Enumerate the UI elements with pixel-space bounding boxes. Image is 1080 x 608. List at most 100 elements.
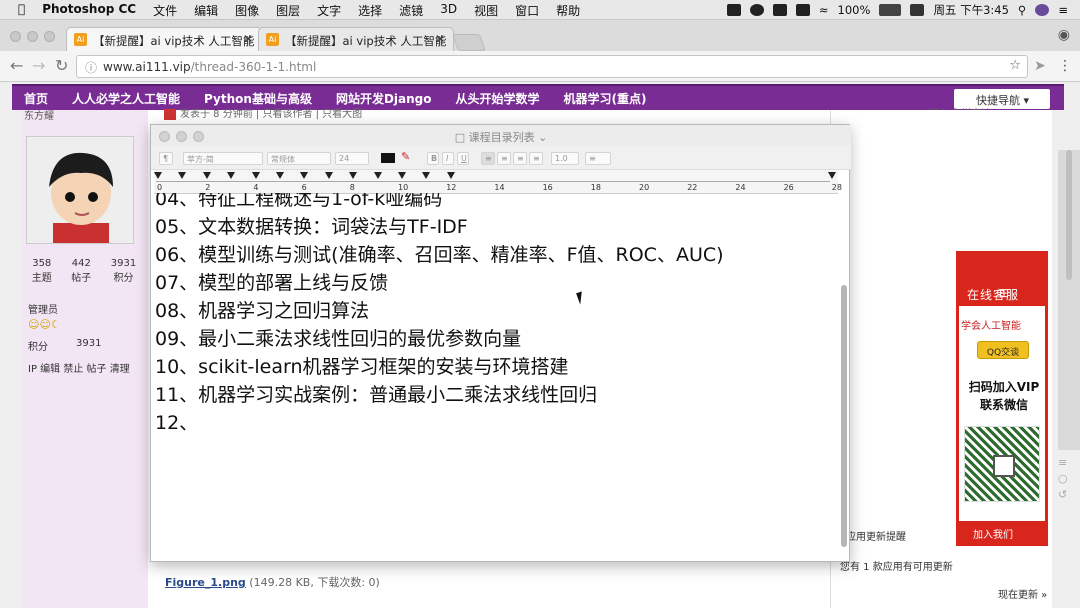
siri-icon[interactable] (1035, 4, 1050, 16)
page-info-icon[interactable]: ⓘ (85, 59, 97, 76)
profile-icon[interactable]: ◉ (1058, 27, 1070, 43)
ruler[interactable]: 0 2 4 6 8 10 12 14 16 18 20 22 24 26 28 (154, 170, 842, 194)
font-size-select[interactable]: 24 (335, 152, 369, 165)
stat-topics[interactable]: 358 主题 (32, 258, 52, 284)
avatar[interactable] (26, 136, 134, 244)
document-scrollbar[interactable] (841, 285, 847, 547)
tab-stop-marker[interactable] (276, 172, 284, 179)
list-style-select[interactable]: ≡ (585, 152, 611, 165)
menu-filter[interactable]: 滤镜 (399, 2, 423, 19)
italic-button[interactable]: I (442, 152, 454, 165)
clock[interactable]: 周五 下午3:45 (933, 2, 1008, 18)
document-body[interactable]: 04、特征工程概述与1-of-k哑编码 05、文本数据转换：词袋法与TF-IDF… (155, 193, 839, 557)
battery-icon[interactable] (879, 4, 902, 16)
tab-stop-marker[interactable] (373, 172, 382, 179)
page-scroll-thumb[interactable] (1066, 150, 1072, 280)
tab-close-icon[interactable]: ✕ (435, 32, 445, 46)
menu-3d[interactable]: 3D (440, 2, 457, 19)
course-line[interactable]: 09、最小二乘法求线性回归的最优参数向量 (155, 324, 521, 351)
keyboard-icon[interactable] (795, 4, 810, 16)
extension-icon[interactable]: ➤ (1034, 58, 1046, 74)
address-bar[interactable]: ⓘ www.ai111.vip/thread-360-1-1.html ☆ (76, 55, 1028, 78)
menu-layer[interactable]: 图层 (276, 2, 300, 19)
tab-stop-marker[interactable] (398, 172, 406, 179)
spotlight-icon[interactable]: ⚲ (1018, 3, 1026, 17)
browser-tab-2[interactable]: Ai 【新提醒】ai vip技术 人工智能 ✕ (258, 27, 454, 51)
window-close-button[interactable] (10, 31, 21, 42)
menu-image[interactable]: 图像 (235, 2, 259, 19)
stat-posts[interactable]: 442 帖子 (71, 258, 91, 284)
username[interactable]: 东方耀 (24, 107, 54, 122)
nav-ml[interactable]: 机器学习(重点) (564, 86, 647, 110)
nav-math[interactable]: 从头开始学数学 (456, 86, 540, 110)
course-line[interactable]: 11、机器学习实战案例：普通最小二乘法求线性回归 (155, 380, 597, 407)
course-line[interactable]: 06、模型训练与测试(准确率、召回率、精准率、F值、ROC、AUC) (155, 240, 724, 267)
line-spacing-select[interactable]: 1.0 (551, 152, 579, 165)
tab-stop-marker[interactable] (202, 172, 211, 179)
text-color-swatch[interactable] (381, 153, 395, 163)
back-arrow-icon[interactable]: ← (10, 56, 23, 75)
page-scrollbar[interactable] (1058, 150, 1080, 450)
update-now-link[interactable]: 现在更新 » (998, 586, 1047, 601)
style-menu-button[interactable]: ¶ (159, 152, 173, 165)
menu-edit[interactable]: 编辑 (194, 2, 218, 19)
screen-record-icon[interactable] (726, 4, 741, 16)
new-tab-button[interactable] (451, 34, 487, 51)
apple-icon[interactable]:  (18, 2, 25, 19)
forward-arrow-icon[interactable]: → (32, 56, 45, 75)
right-margin-marker[interactable] (828, 172, 836, 179)
menu-type[interactable]: 文字 (317, 2, 341, 19)
stat-points[interactable]: 3931 积分 (111, 258, 136, 284)
document-titlebar[interactable]: □ 课程目录列表 ⌄ (151, 125, 851, 146)
doc-zoom-button[interactable] (193, 131, 204, 142)
tab-stop-marker[interactable] (422, 172, 431, 179)
app-menu[interactable]: Photoshop CC (42, 2, 136, 19)
ad-banner[interactable]: 在线客服 ⊞ 学会人工智能 QQ交谈 扫码加入VIP 联系微信 加入我们 (956, 251, 1048, 546)
course-line[interactable]: 05、文本数据转换：词袋法与TF-IDF (155, 212, 468, 239)
grid-icon[interactable] (772, 4, 787, 16)
tab-stop-marker[interactable] (300, 172, 309, 179)
tab-stop-marker[interactable] (178, 172, 187, 179)
menu-file[interactable]: 文件 (153, 2, 177, 19)
tab-stop-marker[interactable] (154, 172, 162, 179)
doc-close-button[interactable] (159, 131, 170, 142)
tab-stop-marker[interactable] (446, 172, 455, 179)
tab-close-icon[interactable]: ✕ (243, 32, 253, 46)
window-zoom-button[interactable] (44, 31, 55, 42)
tab-stop-marker[interactable] (324, 172, 333, 179)
window-minimize-button[interactable] (27, 31, 38, 42)
tab-stop-marker[interactable] (227, 172, 236, 179)
underline-button[interactable]: U (457, 152, 469, 165)
course-line[interactable]: 08、机器学习之回归算法 (155, 296, 369, 323)
wifi-icon[interactable]: ≈ (819, 3, 829, 17)
ad-close-icon[interactable]: ⊞ (967, 286, 1042, 300)
course-line[interactable]: 10、scikit-learn机器学习框架的安装与环境搭建 (155, 352, 569, 379)
status-icon[interactable] (749, 4, 764, 16)
menu-view[interactable]: 视图 (474, 2, 498, 19)
reload-icon[interactable]: ↻ (55, 56, 68, 75)
menu-window[interactable]: 窗口 (515, 2, 539, 19)
align-left-icon[interactable]: ≡ (481, 152, 495, 165)
moderation-links[interactable]: IP 编辑 禁止 帖子 清理 (28, 360, 130, 375)
tab-stop-marker[interactable] (251, 172, 260, 179)
course-line[interactable]: 12、 (155, 408, 198, 435)
bold-button[interactable]: B (427, 152, 439, 165)
font-style-select[interactable]: 常规体 (267, 152, 331, 165)
bookmark-star-icon[interactable]: ☆ (1009, 58, 1021, 73)
justify-icon[interactable]: ≡ (529, 152, 543, 165)
align-center-icon[interactable]: ≡ (497, 152, 511, 165)
notification-icon[interactable]: ≡ (1058, 3, 1068, 17)
chrome-menu-icon[interactable]: ⋮ (1058, 58, 1072, 74)
tab-stop-marker[interactable] (349, 172, 358, 179)
ad-footer[interactable]: 加入我们 (959, 521, 1045, 543)
menu-select[interactable]: 选择 (358, 2, 382, 19)
menu-help[interactable]: 帮助 (556, 2, 580, 19)
course-line[interactable]: 04、特征工程概述与1-of-k哑编码 (155, 193, 442, 211)
attachment-link[interactable]: Figure_1.png (165, 576, 246, 589)
qq-chat-button[interactable]: QQ交谈 (977, 341, 1029, 359)
doc-minimize-button[interactable] (176, 131, 187, 142)
browser-tab-1[interactable]: Ai 【新提醒】ai vip技术 人工智能 ✕ (66, 27, 262, 51)
font-family-select[interactable]: 苹方-简 (183, 152, 263, 165)
highlight-color-icon[interactable]: ✎ (401, 150, 410, 163)
course-line[interactable]: 07、模型的部署上线与反馈 (155, 268, 388, 295)
